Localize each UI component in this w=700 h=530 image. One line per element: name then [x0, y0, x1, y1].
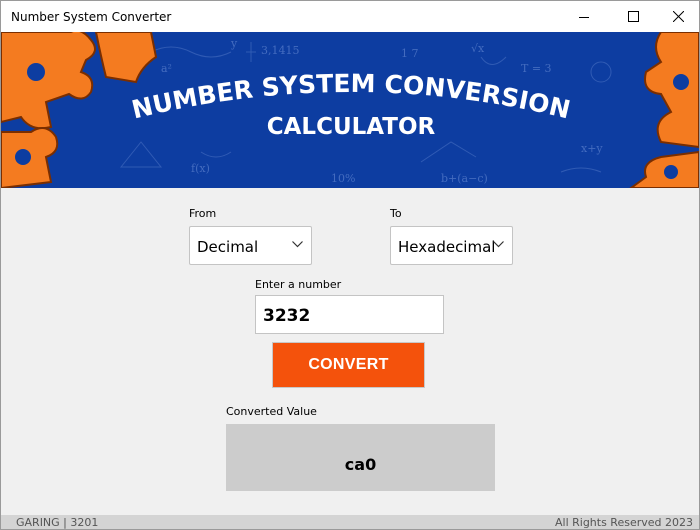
status-footer: GARING | 3201 All Rights Reserved 2023: [1, 515, 699, 529]
maximize-icon: [627, 11, 639, 22]
to-select[interactable]: Hexadecimal: [390, 226, 513, 265]
converted-value-display: ca0: [226, 424, 495, 491]
title-bar: Number System Converter: [1, 1, 699, 32]
converted-value: ca0: [344, 455, 377, 474]
number-input-label: Enter a number: [255, 278, 342, 291]
maximize-button[interactable]: [610, 1, 656, 32]
close-button[interactable]: [655, 1, 700, 32]
to-select-value: Hexadecimal: [398, 238, 496, 256]
to-label: To: [390, 207, 402, 220]
header-banner: y 3,1415 a² √x T = 3 b+(a−c) f(x) x+y 10% 1 7: [1, 32, 699, 188]
from-select[interactable]: Decimal: [189, 226, 312, 265]
convert-button[interactable]: CONVERT: [272, 342, 425, 388]
close-icon: [672, 11, 684, 22]
number-input-value: 3232: [263, 306, 311, 326]
footer-author: GARING | 3201: [16, 516, 99, 529]
from-label: From: [189, 207, 217, 220]
convert-button-label: CONVERT: [308, 356, 389, 373]
number-input[interactable]: 3232: [255, 295, 444, 334]
footer-copyright: All Rights Reserved 2023: [554, 516, 693, 529]
from-select-value: Decimal: [197, 238, 259, 256]
chevron-down-icon: [292, 241, 303, 248]
minimize-button[interactable]: [561, 1, 607, 32]
banner-heading: NUMBER SYSTEM CONVERSION CALCULATOR: [129, 69, 573, 140]
output-label: Converted Value: [226, 405, 317, 418]
app-window: Number System Converter y 3,1415 a² √x T…: [0, 0, 700, 530]
chevron-down-icon: [493, 241, 504, 248]
window-title: Number System Converter: [11, 10, 172, 24]
banner-title-line2: CALCULATOR: [267, 114, 436, 140]
minimize-icon: [579, 16, 589, 18]
